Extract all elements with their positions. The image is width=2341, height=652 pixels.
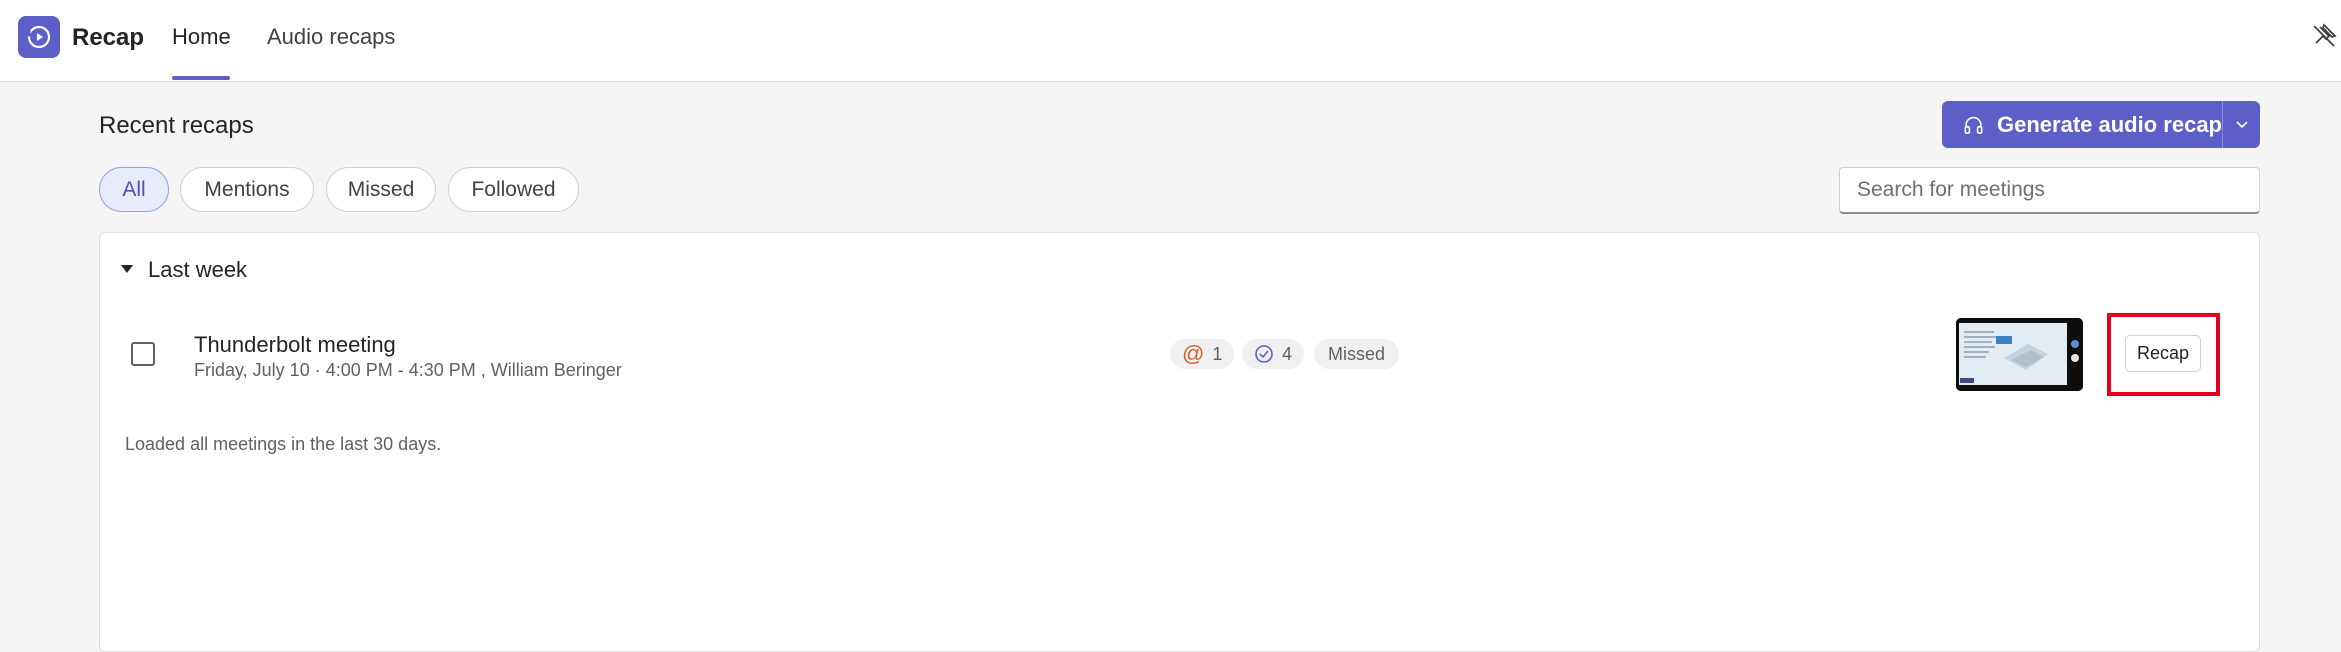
recap-button[interactable]: Recap — [2125, 335, 2201, 372]
search-input[interactable] — [1839, 167, 2260, 214]
mention-icon: @ — [1182, 341, 1205, 366]
group-header-last-week[interactable]: Last week — [148, 257, 247, 283]
meeting-details: Friday, July 10 · 4:00 PM - 4:30 PM , Wi… — [194, 360, 622, 380]
generate-audio-recap-button[interactable]: Generate audio recap — [1942, 101, 2260, 148]
active-tab-indicator — [172, 76, 230, 80]
filter-chip-mentions[interactable]: Mentions — [180, 167, 314, 212]
collapse-caret-icon[interactable] — [120, 264, 134, 274]
tasks-count: 4 — [1282, 343, 1293, 364]
mentions-badge: @ 1 — [1170, 339, 1235, 369]
status-badge: Missed — [1314, 339, 1400, 369]
task-check-icon — [1254, 344, 1274, 364]
tab-home[interactable]: Home — [172, 24, 231, 50]
filter-chip-missed[interactable]: Missed — [326, 167, 436, 212]
meeting-thumbnail[interactable] — [1956, 318, 2083, 391]
app-title: Recap — [72, 24, 145, 51]
loaded-status-text: Loaded all meetings in the last 30 days. — [125, 434, 442, 454]
meeting-checkbox[interactable] — [131, 342, 155, 366]
meeting-thumbnail-image — [1956, 318, 2083, 391]
headphones-icon — [1964, 116, 1983, 134]
chevron-down-icon — [2235, 120, 2248, 128]
unpin-icon[interactable] — [2310, 22, 2338, 50]
tasks-badge: 4 — [1242, 339, 1305, 369]
mentions-count: 1 — [1212, 343, 1223, 364]
filter-chip-all[interactable]: All — [99, 167, 169, 212]
filter-chip-followed[interactable]: Followed — [448, 167, 579, 212]
generate-options-button[interactable] — [2223, 101, 2260, 148]
top-bar: Recap Home Audio recaps — [0, 0, 2341, 82]
meeting-title[interactable]: Thunderbolt meeting — [194, 332, 396, 358]
tab-audio-recaps[interactable]: Audio recaps — [267, 24, 395, 50]
recaps-panel: Last week Thunderbolt meeting Friday, Ju… — [99, 232, 2260, 652]
generate-audio-recap-label: Generate audio recap — [1997, 111, 2222, 137]
page-title: Recent recaps — [99, 112, 254, 139]
generate-audio-recap-main[interactable]: Generate audio recap — [1942, 101, 2222, 148]
recap-logo-icon — [18, 16, 60, 58]
